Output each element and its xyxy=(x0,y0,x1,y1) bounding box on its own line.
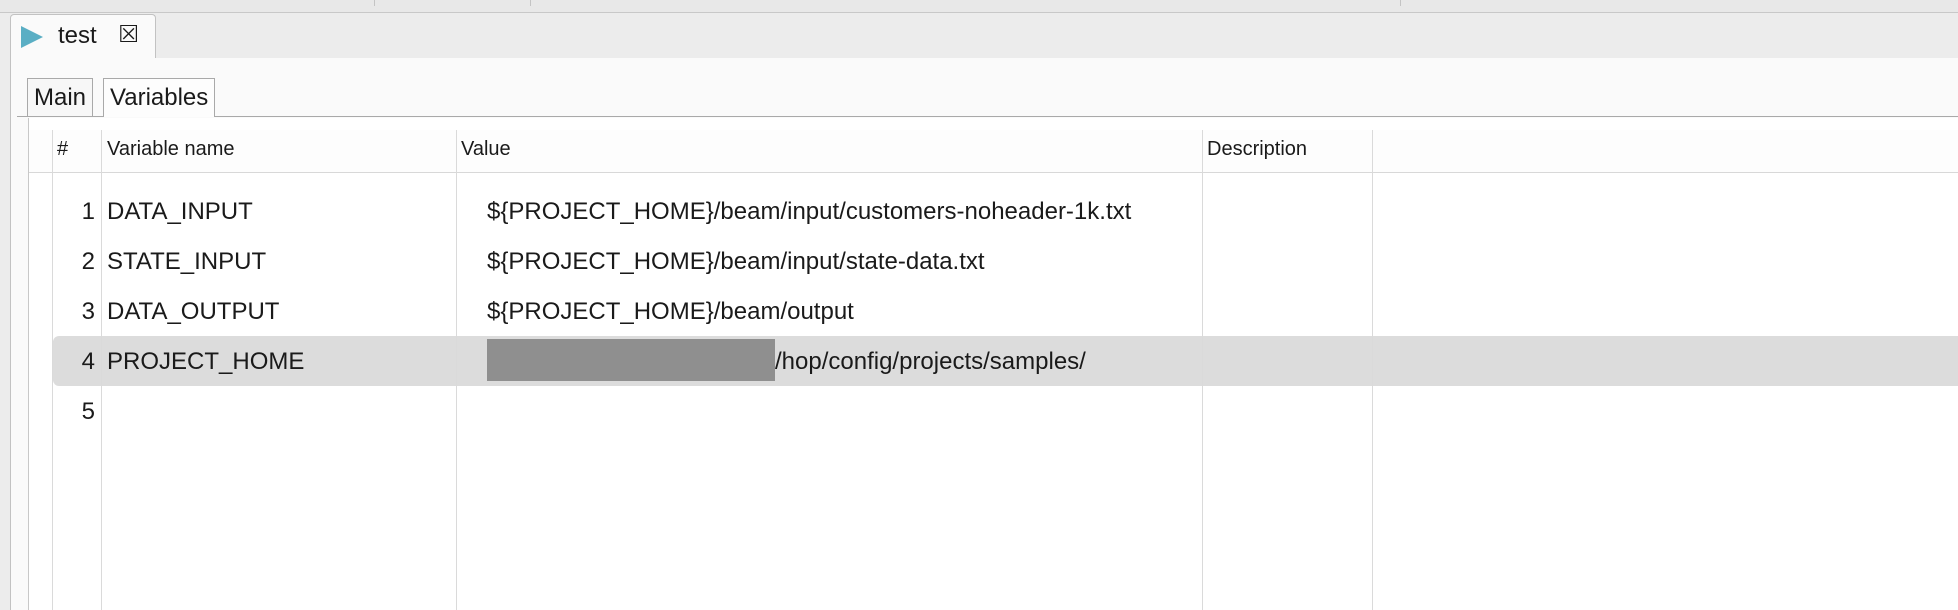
row-number: 2 xyxy=(81,248,95,275)
column-header-number[interactable]: # xyxy=(57,138,68,161)
tab-main[interactable]: Main xyxy=(27,78,94,116)
editor-tab-test[interactable]: test ⮽ xyxy=(10,14,156,58)
column-header-value[interactable]: Value xyxy=(461,138,511,161)
table-row[interactable]: 2 STATE_INPUT ${PROJECT_HOME}/beam/input… xyxy=(53,236,1958,286)
row-number: 4 xyxy=(81,348,95,375)
table-row[interactable]: 3 DATA_OUTPUT ${PROJECT_HOME}/beam/outpu… xyxy=(53,286,1958,336)
column-header-variable-name[interactable]: Variable name xyxy=(107,138,234,161)
tab-variables[interactable]: Variables xyxy=(103,78,216,117)
value-cell[interactable]: /hop/config/projects/samples/ xyxy=(487,338,1086,381)
value-cell[interactable]: ${PROJECT_HOME}/beam/input/state-data.tx… xyxy=(487,248,985,276)
table-row-selected[interactable]: 4 PROJECT_HOME /hop/config/projects/samp… xyxy=(53,336,1958,386)
variables-table: # Variable name Value Description 1 DATA… xyxy=(28,118,1958,610)
table-header: # Variable name Value Description xyxy=(29,130,1958,173)
table-row[interactable]: 1 DATA_INPUT ${PROJECT_HOME}/beam/input/… xyxy=(53,186,1958,236)
column-divider xyxy=(456,130,457,610)
value-cell[interactable]: ${PROJECT_HOME}/beam/output xyxy=(487,298,854,326)
editor-tab-title: test xyxy=(58,22,97,49)
toolbar-search-fragment xyxy=(720,0,1401,6)
editor-tab-bar: test ⮽ xyxy=(10,14,1958,59)
close-icon[interactable]: ⮽ xyxy=(119,23,138,47)
variable-name-cell[interactable]: STATE_INPUT xyxy=(107,248,266,276)
column-divider xyxy=(52,130,53,610)
variable-name-cell[interactable]: DATA_OUTPUT xyxy=(107,298,279,326)
row-number: 1 xyxy=(81,198,95,225)
column-divider xyxy=(101,130,102,610)
redacted-block xyxy=(487,338,775,381)
variable-name-cell[interactable]: PROJECT_HOME xyxy=(107,348,304,376)
column-header-description[interactable]: Description xyxy=(1207,138,1307,161)
column-divider xyxy=(1372,130,1373,610)
row-number: 3 xyxy=(81,298,95,325)
value-visible-suffix: /hop/config/projects/samples/ xyxy=(775,348,1086,375)
pipeline-play-icon xyxy=(21,26,43,48)
toolbar-fragment xyxy=(475,0,531,6)
subtab-bar: Main Variables xyxy=(17,74,1958,117)
column-divider xyxy=(1202,130,1203,610)
table-row[interactable]: 5 xyxy=(53,386,1958,436)
variable-name-cell[interactable]: DATA_INPUT xyxy=(107,198,253,226)
row-number: 5 xyxy=(81,398,95,425)
toolbar-fragment xyxy=(360,0,375,6)
top-toolbar-strip xyxy=(0,0,1958,13)
value-cell[interactable]: ${PROJECT_HOME}/beam/input/customers-noh… xyxy=(487,198,1131,226)
